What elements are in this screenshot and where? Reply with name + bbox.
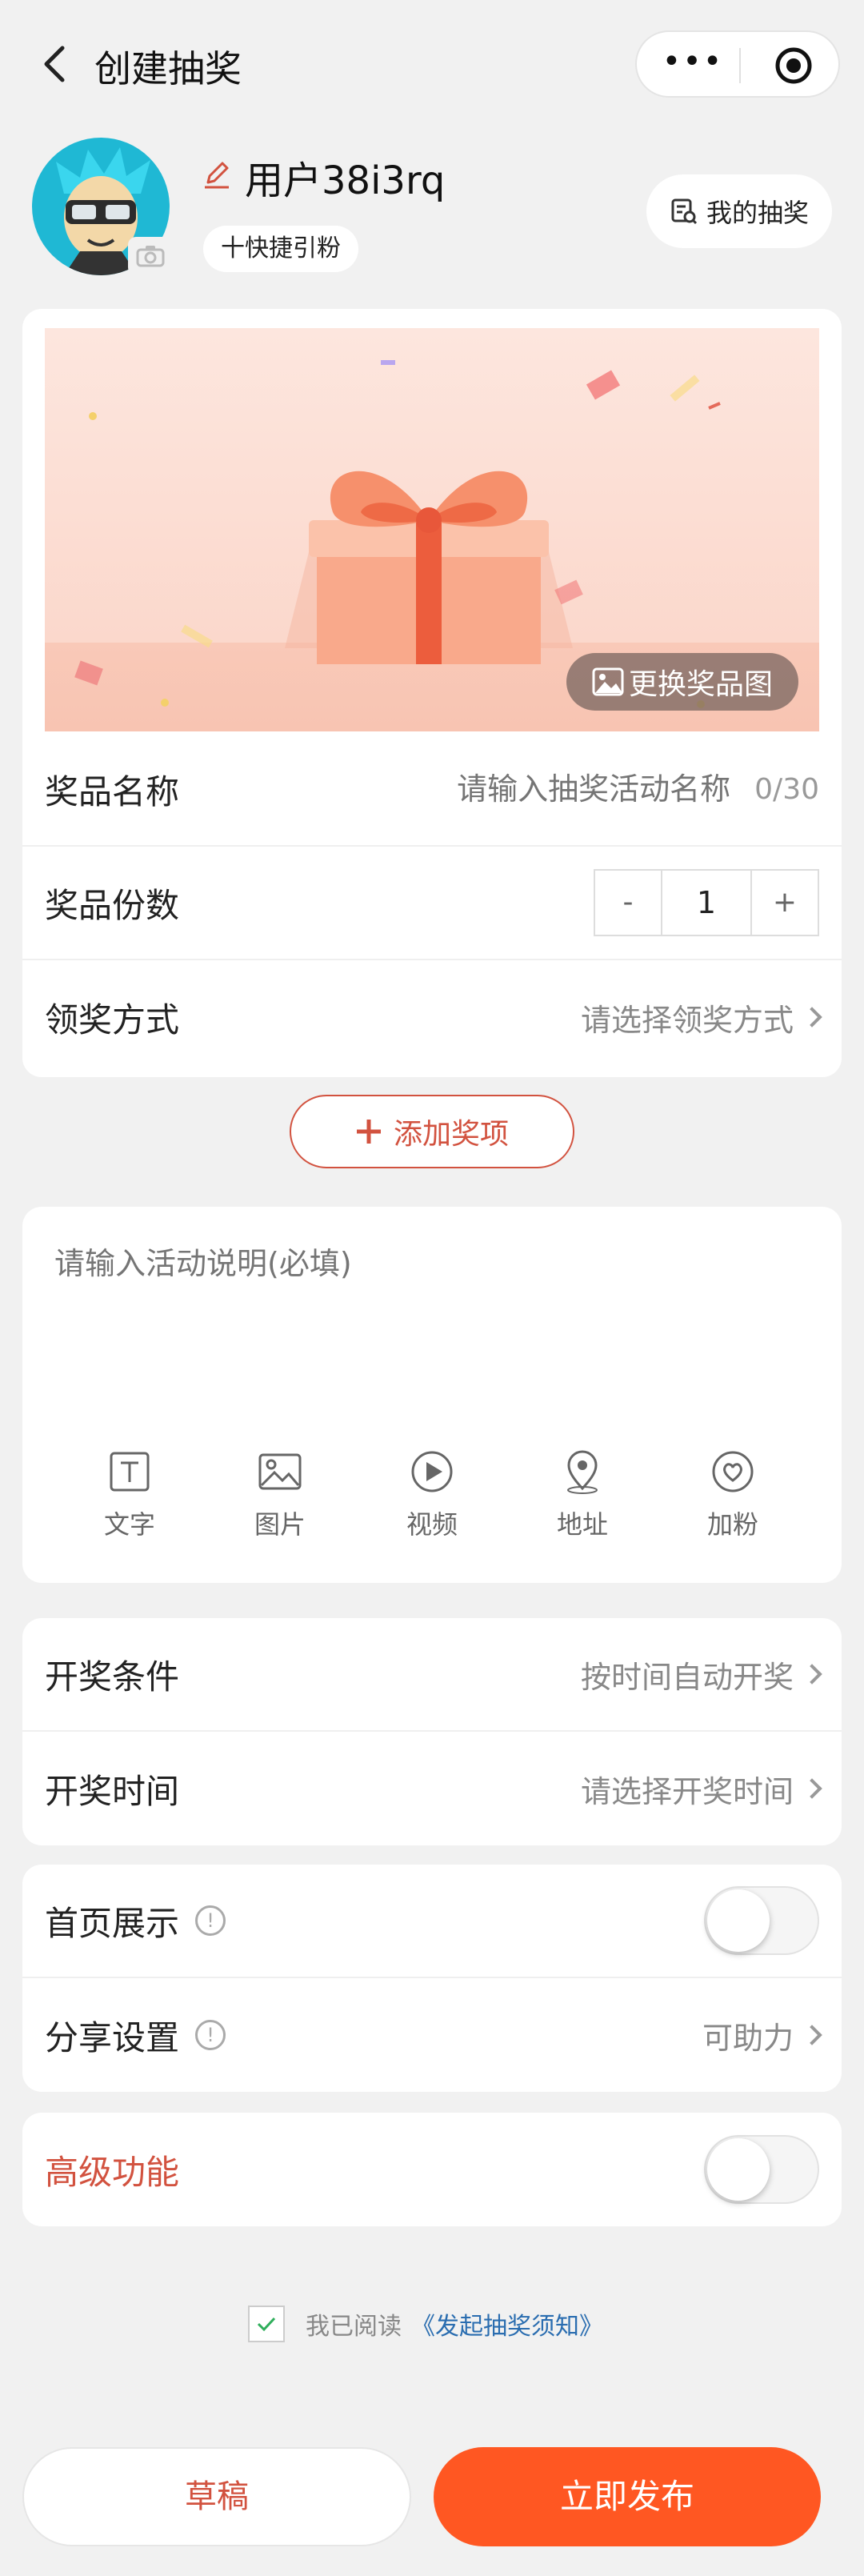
draw-condition-label: 开奖条件 [45, 1657, 180, 1697]
prize-name-counter: 0/30 [754, 772, 819, 806]
prize-name-row: 奖品名称 0/30 [22, 733, 842, 847]
more-icon[interactable]: ••• [661, 43, 725, 80]
location-icon [567, 1450, 598, 1494]
add-prize-button[interactable]: 添加奖项 [290, 1095, 574, 1168]
capsule-divider [739, 48, 741, 83]
image-icon [592, 667, 624, 696]
display-settings-card: 首页展示 ! 分享设置 ! 可助力 [22, 1865, 842, 2092]
draw-time-row[interactable]: 开奖时间 请选择开奖时间 [22, 1732, 842, 1845]
claim-method-row[interactable]: 领奖方式 请选择领奖方式 [22, 960, 842, 1074]
tool-text[interactable]: 文字 [82, 1448, 178, 1541]
advanced-toggle[interactable] [704, 2135, 819, 2204]
chevron-right-icon [802, 2025, 822, 2045]
tool-video-label: 视频 [406, 1509, 458, 1540]
chevron-right-icon [802, 1007, 822, 1028]
home-display-toggle[interactable] [704, 1886, 819, 1955]
share-settings-value: 可助力 [702, 2020, 794, 2056]
prize-image[interactable]: 更换奖品图 [45, 328, 819, 731]
advanced-row: 高级功能 [22, 2113, 842, 2226]
prize-quantity-row: 奖品份数 - 1 + [22, 847, 842, 960]
draft-button[interactable]: 草稿 [22, 2447, 411, 2546]
agreement: 我已阅读 《发起抽奖须知》 [248, 2305, 603, 2343]
change-image-button[interactable]: 更换奖品图 [566, 653, 798, 711]
tool-fans-label: 加粉 [706, 1509, 758, 1540]
tool-location-label: 地址 [556, 1509, 608, 1540]
draw-time-label: 开奖时间 [45, 1771, 180, 1811]
picture-icon [258, 1453, 302, 1490]
tool-image[interactable]: 图片 [232, 1448, 328, 1541]
edit-icon[interactable] [200, 157, 234, 190]
toggle-knob [707, 1889, 770, 1952]
info-icon[interactable]: ! [195, 2020, 226, 2050]
draw-condition-row[interactable]: 开奖条件 按时间自动开奖 [22, 1618, 842, 1732]
list-search-icon [671, 198, 698, 225]
video-icon [411, 1451, 453, 1492]
claim-method-label: 领奖方式 [45, 1000, 180, 1040]
back-icon[interactable] [32, 42, 77, 86]
plus-icon [356, 1120, 381, 1144]
my-lottery-button[interactable]: 我的抽奖 [646, 174, 832, 248]
heart-icon [712, 1451, 754, 1492]
draw-condition-value: 按时间自动开奖 [580, 1659, 794, 1695]
tool-location[interactable]: 地址 [534, 1448, 630, 1541]
chevron-right-icon [802, 1664, 822, 1685]
prize-name-input[interactable] [410, 771, 731, 807]
agreement-checkbox[interactable] [248, 2306, 285, 2342]
home-display-row: 首页展示 ! [22, 1865, 842, 1978]
camera-icon[interactable] [128, 237, 173, 275]
draw-time-value: 请选择开奖时间 [580, 1773, 794, 1809]
add-prize-label: 添加奖项 [393, 1118, 509, 1151]
page-title: 创建抽奖 [94, 47, 242, 90]
description-textarea[interactable] [54, 1239, 810, 1415]
username: 用户38i3rq [245, 158, 446, 203]
quick-fans-button[interactable]: 十快捷引粉 [203, 226, 358, 272]
tool-fans[interactable]: 加粉 [685, 1448, 781, 1541]
change-image-label: 更换奖品图 [628, 668, 773, 701]
publish-button[interactable]: 立即发布 [434, 2447, 821, 2546]
agreement-link[interactable]: 《发起抽奖须知》 [411, 2306, 603, 2342]
mini-program-capsule: ••• [635, 30, 840, 98]
chevron-right-icon [802, 1778, 822, 1799]
claim-method-value: 请选择领奖方式 [580, 1002, 794, 1038]
quantity-stepper: - 1 + [594, 869, 819, 936]
share-settings-row[interactable]: 分享设置 ! 可助力 [22, 1978, 842, 2092]
check-icon [257, 2317, 276, 2332]
my-lottery-label: 我的抽奖 [706, 198, 809, 228]
prize-name-label: 奖品名称 [45, 771, 180, 811]
text-icon [110, 1452, 150, 1492]
draw-settings-card: 开奖条件 按时间自动开奖 开奖时间 请选择开奖时间 [22, 1618, 842, 1845]
info-icon[interactable]: ! [195, 1905, 226, 1936]
header-bar: 创建抽奖 ••• [0, 0, 864, 128]
footer-bar: 草稿 立即发布 [0, 2369, 864, 2576]
advanced-label: 高级功能 [45, 2152, 180, 2192]
quantity-minus-button[interactable]: - [595, 871, 662, 935]
tool-text-label: 文字 [103, 1509, 155, 1540]
home-display-label: 首页展示 [45, 1903, 180, 1943]
quantity-value[interactable]: 1 [662, 871, 750, 935]
prize-card: 更换奖品图 奖品名称 0/30 奖品份数 - 1 + 领奖方式 请选择领奖方式 [22, 309, 842, 1077]
prize-quantity-label: 奖品份数 [45, 885, 180, 925]
share-settings-label: 分享设置 [45, 2017, 180, 2057]
agreement-text: 我已阅读 [306, 2313, 402, 2341]
tool-image-label: 图片 [254, 1509, 306, 1540]
toggle-knob [707, 2138, 770, 2201]
tool-video[interactable]: 视频 [384, 1448, 480, 1541]
close-miniprogram-icon[interactable] [773, 45, 814, 86]
advanced-card: 高级功能 [22, 2113, 842, 2226]
quantity-plus-button[interactable]: + [750, 871, 818, 935]
